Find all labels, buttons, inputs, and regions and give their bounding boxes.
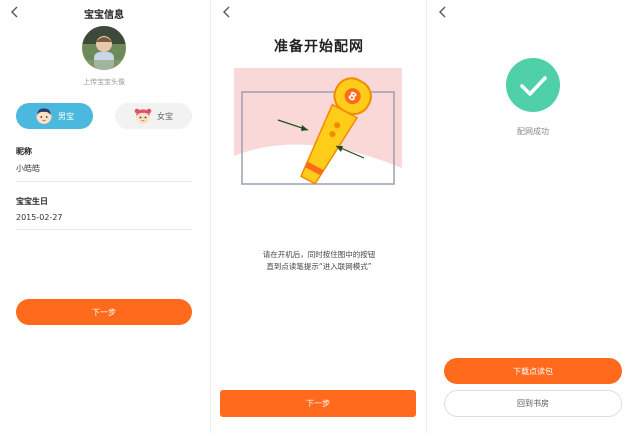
birthday-label: 宝宝生日 bbox=[16, 197, 48, 206]
network-setup-screen: 准备开始配网 8 请在开机后，同时按住图中的按钮 直到点读笔提示“进入联网模式”… bbox=[214, 0, 424, 433]
page-title: 宝宝信息 bbox=[84, 10, 124, 21]
reading-pen-illustration: 8 bbox=[234, 68, 402, 188]
gender-girl-button[interactable]: 女宝 bbox=[115, 103, 192, 129]
baby-photo bbox=[82, 26, 126, 70]
nickname-label: 昵称 bbox=[16, 147, 32, 156]
upload-avatar-hint: 上传宝宝头像 bbox=[83, 78, 125, 86]
instruction-line-1: 请在开机后，同时按住图中的按钮 bbox=[262, 250, 376, 259]
panel-divider bbox=[426, 0, 427, 433]
gender-girl-label: 女宝 bbox=[157, 111, 173, 121]
setup-success-screen: 配网成功 下载点读包 回到书房 bbox=[430, 0, 640, 433]
baby-info-screen: 宝宝信息 上传宝宝头像 男宝 女宝 昵称 小皓皓 宝宝生日 2015-02-27… bbox=[0, 0, 208, 433]
download-package-button[interactable]: 下载点读包 bbox=[444, 358, 622, 384]
back-button[interactable] bbox=[436, 4, 450, 18]
success-message: 配网成功 bbox=[517, 127, 549, 136]
nickname-field[interactable]: 小皓皓 bbox=[16, 163, 192, 182]
back-button[interactable] bbox=[220, 4, 234, 18]
instruction-line-2: 直到点读笔提示“进入联网模式” bbox=[266, 262, 372, 271]
success-badge bbox=[506, 58, 560, 112]
next-step-button[interactable]: 下一步 bbox=[220, 390, 416, 417]
next-step-button[interactable]: 下一步 bbox=[16, 299, 192, 325]
page-title: 准备开始配网 bbox=[274, 39, 364, 55]
reading-pen-icon: 8 bbox=[234, 68, 402, 188]
panel-divider bbox=[210, 0, 211, 433]
back-to-bookshelf-button[interactable]: 回到书房 bbox=[444, 390, 622, 417]
girl-face-icon bbox=[134, 108, 152, 124]
gender-boy-label: 男宝 bbox=[58, 111, 74, 121]
avatar[interactable] bbox=[82, 26, 126, 70]
boy-face-icon bbox=[36, 108, 52, 124]
chevron-left-icon bbox=[223, 6, 230, 18]
birthday-field[interactable]: 2015-02-27 bbox=[16, 213, 192, 230]
gender-boy-button[interactable]: 男宝 bbox=[16, 103, 93, 129]
chevron-left-icon bbox=[439, 6, 446, 18]
checkmark-icon bbox=[520, 76, 547, 96]
